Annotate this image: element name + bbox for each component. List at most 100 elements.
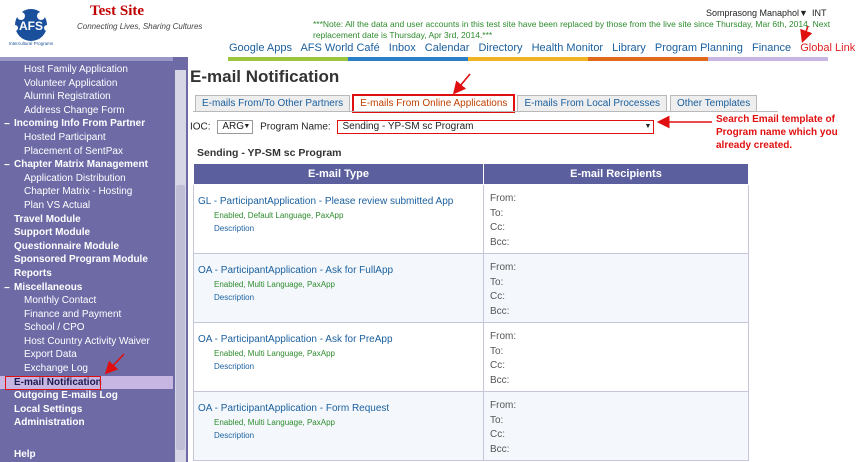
recipient-from: From: (490, 262, 517, 273)
sidebar-scroll-thumb[interactable] (176, 185, 185, 450)
filter-bar: IOC: ARG ▼ Program Name: Sending - YP-SM … (190, 120, 655, 134)
sidebar-item-sponsored-program-module[interactable]: Sponsored Program Module (0, 253, 173, 267)
sidebar-item-host-family-application[interactable]: Host Family Application (0, 63, 173, 77)
sidebar-item-label: Incoming Info From Partner (14, 118, 146, 130)
template-meta: Enabled, Multi Language, PaxApp (214, 418, 335, 427)
sidebar-item-finance-and-payment[interactable]: Finance and Payment (0, 308, 173, 322)
sidebar-item-exchange-log[interactable]: Exchange Log (0, 362, 173, 376)
sidebar-item-miscellaneous[interactable]: − Miscellaneous (0, 281, 173, 295)
email-type-cell: GL - ParticipantApplication - Please rev… (193, 184, 484, 254)
tab-emails-local-processes[interactable]: E-mails From Local Processes (517, 95, 668, 111)
sidebar-item-email-notification[interactable]: E-mail Notification (0, 375, 173, 390)
sidebar-item-alumni-registration[interactable]: Alumni Registration (0, 90, 173, 104)
program-select-value: Sending - YP-SM sc Program (342, 121, 474, 132)
user-menu[interactable]: Somprasong Manaphol▼ (706, 8, 808, 18)
nav-color-bar (228, 57, 828, 61)
sidebar-item-placement-of-sentpax[interactable]: Placement of SentPax (0, 145, 173, 159)
table-row: GL - ParticipantApplication - Please rev… (193, 184, 749, 254)
dropdown-arrow-icon: ▼ (644, 123, 652, 130)
sidebar-item-incoming-info[interactable]: − Incoming Info From Partner (0, 117, 173, 131)
sidebar-item-export-data[interactable]: Export Data (0, 348, 173, 362)
topnav-program-planning[interactable]: Program Planning (655, 42, 743, 54)
table-row: OA - ParticipantApplication - Ask for Pr… (193, 322, 749, 392)
sidebar-item-hosted-participant[interactable]: Hosted Participant (0, 131, 173, 145)
topnav-global-link[interactable]: Global Link (800, 42, 855, 54)
sidebar-item-plan-vs-actual[interactable]: Plan VS Actual (0, 199, 173, 213)
topnav-directory[interactable]: Directory (478, 42, 522, 54)
sidebar-item-local-settings[interactable]: Local Settings (0, 403, 173, 417)
sidebar-item-application-distribution[interactable]: Application Distribution (0, 172, 173, 186)
recipients-cell: From: To: Cc: Bcc: (483, 184, 749, 254)
program-name-select[interactable]: Sending - YP-SM sc Program ▼ (337, 120, 655, 134)
recipient-to: To: (490, 414, 504, 426)
template-meta: Enabled, Multi Language, PaxApp (214, 349, 335, 358)
sidebar-item-host-country-activity-waiver[interactable]: Host Country Activity Waiver (0, 335, 173, 349)
program-heading: Sending - YP-SM sc Program (197, 147, 342, 159)
topnav-health-monitor[interactable]: Health Monitor (532, 42, 604, 54)
svg-text:Intercultural Programs: Intercultural Programs (9, 41, 54, 46)
column-email-recipients: E-mail Recipients (483, 163, 749, 185)
ioc-select-value: ARG (222, 121, 245, 132)
column-email-type: E-mail Type (193, 163, 484, 185)
email-type-cell: OA - ParticipantApplication - Form Reque… (193, 391, 484, 461)
topnav-library[interactable]: Library (612, 42, 646, 54)
sidebar-item-support-module[interactable]: Support Module (0, 226, 173, 240)
sidebar-item-school-cpo[interactable]: School / CPO (0, 321, 173, 335)
description-link[interactable]: Description (214, 431, 483, 440)
dropdown-arrow-icon: ▼ (243, 123, 251, 130)
test-site-notice: ***Note: All the data and user accounts … (313, 19, 831, 40)
template-name-link[interactable]: OA - ParticipantApplication - Form Reque… (198, 403, 483, 414)
highlight-box (5, 375, 101, 390)
template-meta: Enabled, Default Language, PaxApp (214, 211, 344, 220)
ioc-select[interactable]: ARG ▼ (217, 120, 254, 134)
recipient-to: To: (490, 276, 504, 288)
tab-underline (193, 111, 778, 112)
collapse-icon[interactable]: − (4, 159, 10, 173)
page-title: E-mail Notification (190, 67, 340, 86)
sidebar-item-chapter-matrix-management[interactable]: − Chapter Matrix Management (0, 158, 173, 172)
recipient-bcc: Bcc: (490, 443, 510, 455)
sidebar-item-address-change-form[interactable]: Address Change Form (0, 104, 173, 118)
sidebar-menu: Host Family Application Volunteer Applic… (0, 63, 173, 430)
svg-text:AFS: AFS (19, 19, 43, 33)
recipient-bcc: Bcc: (490, 305, 510, 317)
topnav-finance[interactable]: Finance (752, 42, 791, 54)
sidebar-item-volunteer-application[interactable]: Volunteer Application (0, 77, 173, 91)
afs-logo[interactable]: AFS Intercultural Programs (6, 8, 56, 52)
description-link[interactable]: Description (214, 224, 483, 233)
sidebar-item-questionnaire-module[interactable]: Questionnaire Module (0, 240, 173, 254)
description-link[interactable]: Description (214, 293, 483, 302)
header: AFS Intercultural Programs Test Site Con… (0, 0, 862, 62)
tab-emails-online-applications[interactable]: E-mails From Online Applications (352, 94, 516, 113)
tagline: Connecting Lives, Sharing Cultures (77, 22, 203, 31)
program-name-label: Program Name: (260, 121, 331, 133)
topnav-afs-world-cafe[interactable]: AFS World Café (300, 42, 379, 54)
email-type-cell: OA - ParticipantApplication - Ask for Fu… (193, 253, 484, 323)
sidebar-item-administration[interactable]: Administration (0, 416, 173, 430)
collapse-icon[interactable]: − (4, 282, 10, 296)
recipients-cell: From: To: Cc: Bcc: (483, 322, 749, 392)
sidebar-item-label: Chapter Matrix Management (14, 159, 148, 171)
recipients-cell: From: To: Cc: Bcc: (483, 391, 749, 461)
sidebar-item-reports[interactable]: Reports (0, 267, 173, 281)
sidebar-item-monthly-contact[interactable]: Monthly Contact (0, 294, 173, 308)
template-name-link[interactable]: OA - ParticipantApplication - Ask for Pr… (198, 334, 483, 345)
template-name-link[interactable]: OA - ParticipantApplication - Ask for Fu… (198, 265, 483, 276)
ioc-label: IOC: (190, 121, 211, 133)
sidebar-item-label: Miscellaneous (14, 281, 83, 293)
collapse-icon[interactable]: − (4, 118, 10, 132)
tab-emails-other-partners[interactable]: E-mails From/To Other Partners (195, 95, 351, 111)
sidebar-item-travel-module[interactable]: Travel Module (0, 213, 173, 227)
sidebar-item-chapter-matrix-hosting[interactable]: Chapter Matrix - Hosting (0, 185, 173, 199)
tab-other-templates[interactable]: Other Templates (670, 95, 758, 111)
topnav-calendar[interactable]: Calendar (425, 42, 470, 54)
topnav-google-apps[interactable]: Google Apps (229, 42, 292, 54)
sidebar-item-outgoing-emails-log[interactable]: Outgoing E-mails Log (0, 389, 173, 403)
email-template-table: E-mail Type E-mail Recipients GL - Parti… (193, 163, 749, 461)
topnav-inbox[interactable]: Inbox (389, 42, 416, 54)
sidebar-item-help[interactable]: Help (14, 449, 36, 460)
recipient-bcc: Bcc: (490, 236, 510, 248)
template-name-link[interactable]: GL - ParticipantApplication - Please rev… (198, 196, 483, 207)
description-link[interactable]: Description (214, 362, 483, 371)
sidebar-top-strip (0, 57, 173, 61)
